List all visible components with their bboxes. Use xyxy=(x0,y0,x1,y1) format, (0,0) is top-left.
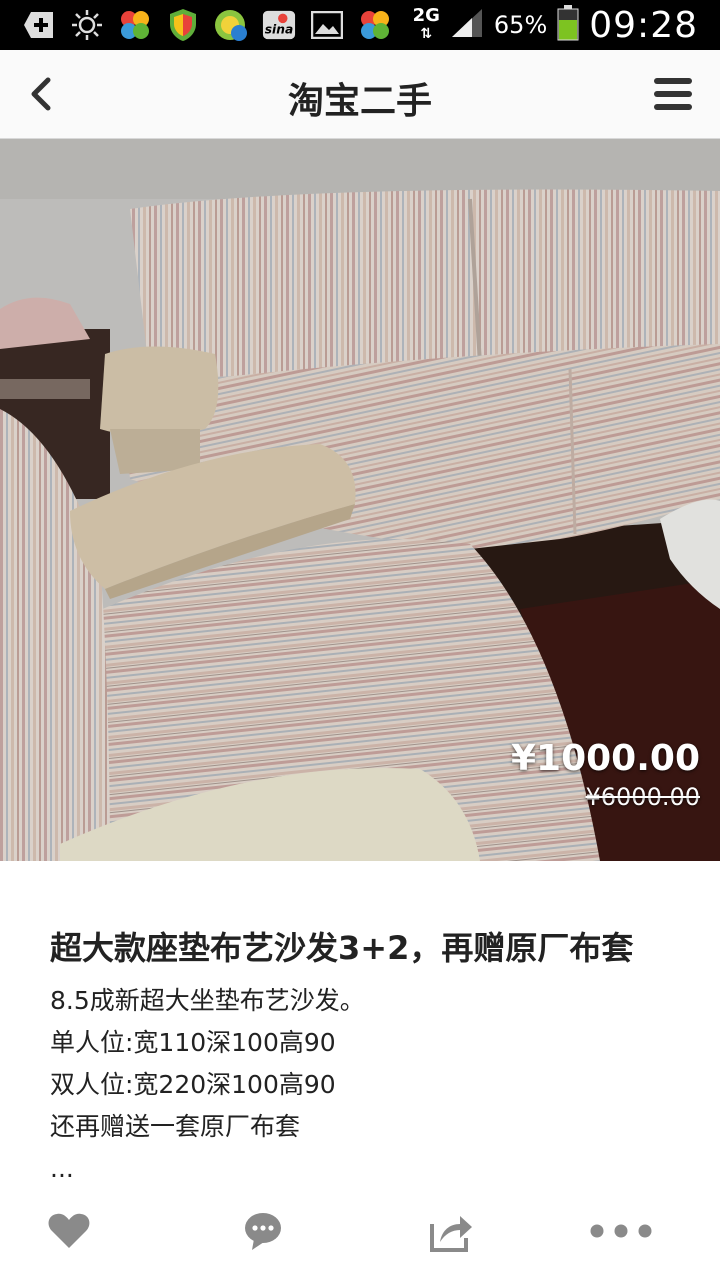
network-type-label: 2G xyxy=(412,5,440,26)
signal-icon xyxy=(450,7,484,43)
battery-percent: 65% xyxy=(493,11,548,39)
menu-button[interactable] xyxy=(650,74,698,114)
gallery-icon xyxy=(310,8,344,42)
heart-icon xyxy=(48,1213,90,1248)
description-line: ... xyxy=(50,1154,74,1183)
add-notification-icon xyxy=(22,8,56,42)
shield-app-icon xyxy=(166,8,200,42)
share-icon xyxy=(430,1216,472,1252)
like-button[interactable] xyxy=(46,1208,96,1254)
status-bar: sina 2G ⇅ 65% 09:28 xyxy=(0,0,720,50)
more-dots-icon xyxy=(590,1224,652,1238)
comment-icon xyxy=(245,1213,281,1250)
current-price: ¥1000.00 xyxy=(510,738,700,779)
description-line: 双人位:宽220深100高90 xyxy=(50,1070,336,1099)
hamburger-icon xyxy=(654,78,692,110)
action-bar xyxy=(0,1200,720,1264)
description-line: 还再赠送一套原厂布套 xyxy=(50,1112,301,1141)
clock: 09:28 xyxy=(589,4,698,46)
description-line: 8.5成新超大坐垫布艺沙发。 xyxy=(50,986,365,1015)
sina-logo-text: sina xyxy=(265,23,294,37)
price-tag: ¥1000.00 ¥6000.00 xyxy=(511,738,700,811)
brightness-icon xyxy=(70,8,104,42)
share-button[interactable] xyxy=(428,1208,478,1254)
description-line: 单人位:宽110深100高90 xyxy=(50,1028,336,1057)
globe-app-icon xyxy=(214,8,248,42)
network-type: 2G ⇅ xyxy=(413,7,440,43)
page-title: 淘宝二手 xyxy=(287,81,432,122)
clover-app-icon xyxy=(118,8,152,42)
clover-app-icon xyxy=(358,8,392,42)
data-arrows-icon: ⇅ xyxy=(420,26,433,42)
comment-button[interactable] xyxy=(240,1208,290,1254)
original-price: ¥6000.00 xyxy=(585,783,700,811)
more-button[interactable] xyxy=(588,1208,654,1254)
listing-description: 8.5成新超大坐垫布艺沙发。 单人位:宽110深100高90 双人位:宽220深… xyxy=(50,980,670,1190)
nav-bar: 淘宝二手 xyxy=(0,50,720,139)
battery-icon xyxy=(557,5,579,45)
listing-title: 超大款座垫布艺沙发3+2，再赠原厂布套 xyxy=(50,929,634,967)
sina-app-icon: sina xyxy=(262,8,296,42)
